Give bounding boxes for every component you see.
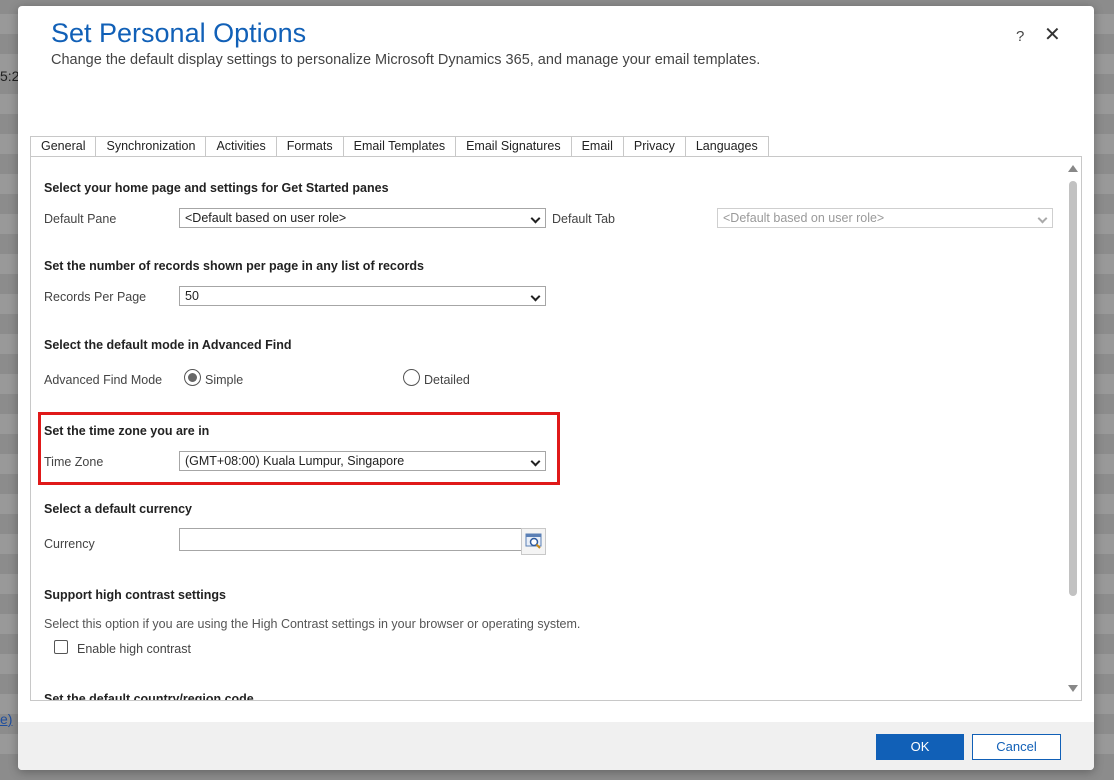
records-per-page-label: Records Per Page [44, 290, 147, 304]
dialog-title: Set Personal Options [51, 18, 307, 48]
advanced-find-mode-label: Advanced Find Mode [44, 373, 163, 387]
personal-options-dialog: Set Personal Options Change the default … [18, 6, 1094, 770]
background-text-fragment: 5:2 [0, 68, 20, 84]
chevron-down-icon [1037, 213, 1048, 224]
lookup-icon[interactable] [521, 528, 546, 555]
timezone-label: Time Zone [44, 455, 104, 469]
dialog-subtitle: Change the default display settings to p… [51, 52, 761, 68]
close-icon[interactable]: ✕ [1044, 24, 1061, 46]
home-page-heading: Select your home page and settings for G… [44, 181, 389, 195]
detailed-radio[interactable] [403, 369, 420, 386]
tab-synchronization[interactable]: Synchronization [95, 136, 207, 156]
records-heading: Set the number of records shown per page… [44, 259, 424, 273]
timezone-select[interactable]: (GMT+08:00) Kuala Lumpur, Singapore [179, 451, 546, 471]
tab-email[interactable]: Email [570, 136, 624, 156]
records-per-page-select[interactable]: 50 [179, 286, 546, 306]
timezone-heading: Set the time zone you are in [44, 424, 210, 438]
scrollbar-thumb[interactable] [1069, 181, 1077, 596]
default-pane-label: Default Pane [44, 212, 117, 226]
scroll-up-icon[interactable] [1068, 165, 1078, 172]
default-pane-select[interactable]: <Default based on user role> [179, 208, 546, 228]
timezone-highlight-box [38, 412, 560, 485]
currency-label: Currency [44, 537, 95, 551]
default-tab-select: <Default based on user role> [717, 208, 1053, 228]
detailed-radio-label: Detailed [424, 373, 470, 387]
contrast-heading: Support high contrast settings [44, 588, 226, 602]
high-contrast-checkbox[interactable] [54, 640, 68, 654]
panel-scrollbar[interactable] [1065, 157, 1081, 700]
default-pane-value: <Default based on user role> [185, 211, 347, 225]
tab-privacy[interactable]: Privacy [622, 136, 686, 156]
scroll-down-icon[interactable] [1068, 685, 1078, 692]
tab-email-signatures[interactable]: Email Signatures [455, 136, 572, 156]
background-link-fragment[interactable]: e) [0, 711, 12, 727]
dialog-footer: OK Cancel [18, 722, 1094, 770]
simple-radio-label: Simple [205, 373, 244, 387]
chevron-down-icon [530, 291, 541, 302]
ok-button[interactable]: OK [876, 734, 964, 760]
simple-radio[interactable] [184, 369, 201, 386]
cancel-button[interactable]: Cancel [972, 734, 1061, 760]
tab-bar: General Synchronization Activities Forma… [30, 136, 769, 156]
country-code-heading: Set the default country/region code [44, 692, 254, 701]
general-tab-panel: Select your home page and settings for G… [30, 156, 1082, 701]
tab-email-templates[interactable]: Email Templates [342, 136, 457, 156]
chevron-down-icon [530, 213, 541, 224]
default-tab-label: Default Tab [552, 212, 616, 226]
advanced-find-heading: Select the default mode in Advanced Find [44, 338, 292, 352]
tab-general[interactable]: General [30, 136, 97, 156]
timezone-value: (GMT+08:00) Kuala Lumpur, Singapore [185, 454, 405, 468]
tab-formats[interactable]: Formats [275, 136, 344, 156]
currency-heading: Select a default currency [44, 502, 192, 516]
contrast-description: Select this option if you are using the … [44, 617, 581, 631]
high-contrast-label: Enable high contrast [77, 642, 191, 656]
currency-lookup-input[interactable] [179, 528, 522, 551]
help-icon[interactable]: ? [1016, 28, 1024, 45]
default-tab-value: <Default based on user role> [723, 211, 885, 225]
tab-activities[interactable]: Activities [205, 136, 277, 156]
chevron-down-icon [530, 456, 541, 467]
records-per-page-value: 50 [185, 289, 199, 303]
tab-languages[interactable]: Languages [684, 136, 769, 156]
